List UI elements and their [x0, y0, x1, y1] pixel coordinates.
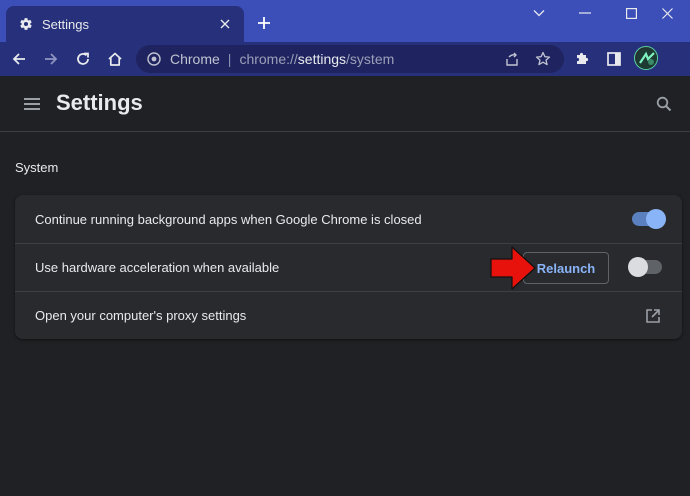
- star-icon[interactable]: [531, 47, 555, 71]
- minimize-icon[interactable]: [562, 0, 608, 26]
- omnibox-url: chrome://settings/system: [239, 51, 394, 67]
- settings-header: Settings: [0, 76, 690, 132]
- setting-row-background-apps[interactable]: Continue running background apps when Go…: [15, 195, 682, 243]
- url-prefix: chrome://: [239, 51, 298, 67]
- system-settings-card: Continue running background apps when Go…: [15, 195, 682, 339]
- avatar[interactable]: [634, 46, 658, 70]
- setting-label: Open your computer's proxy settings: [35, 308, 247, 323]
- reload-icon[interactable]: [69, 45, 97, 73]
- back-arrow-icon[interactable]: [5, 45, 33, 73]
- red-arrow-icon: [490, 246, 536, 290]
- omnibox-separator: |: [227, 51, 232, 67]
- gear-icon: [18, 16, 34, 32]
- forward-arrow-icon[interactable]: [37, 45, 65, 73]
- plus-icon[interactable]: [252, 11, 276, 35]
- page-title: Settings: [56, 90, 143, 115]
- section-title: System: [15, 160, 59, 175]
- share-icon[interactable]: [500, 47, 524, 71]
- close-window-icon[interactable]: [644, 0, 690, 26]
- home-icon[interactable]: [101, 45, 129, 73]
- toggle-knob: [646, 209, 666, 229]
- search-icon[interactable]: [652, 92, 676, 116]
- hamburger-menu-icon[interactable]: [20, 92, 44, 116]
- tab-title: Settings: [42, 16, 89, 32]
- toolbar: Chrome | chrome://settings/system: [0, 42, 690, 76]
- url-host: settings: [297, 51, 347, 67]
- hardware-acceleration-toggle[interactable]: [628, 257, 662, 277]
- toggle-knob: [628, 257, 648, 277]
- tab-search-chevron-icon[interactable]: [516, 0, 562, 26]
- puzzle-icon[interactable]: [568, 45, 596, 73]
- setting-row-proxy[interactable]: Open your computer's proxy settings: [15, 291, 682, 339]
- chrome-window: Settings Chrome | chrome://settings/syst…: [0, 0, 690, 496]
- chrome-logo-icon[interactable]: [146, 51, 162, 67]
- background-apps-toggle[interactable]: [632, 209, 666, 229]
- setting-label: Use hardware acceleration when available: [35, 260, 280, 275]
- omnibox-origin: Chrome: [170, 51, 220, 67]
- title-bar: Settings: [0, 0, 690, 42]
- address-bar[interactable]: Chrome | chrome://settings/system: [136, 45, 564, 73]
- url-path: /system: [346, 51, 395, 67]
- tab-settings[interactable]: Settings: [6, 6, 244, 42]
- side-panel-icon[interactable]: [600, 45, 628, 73]
- setting-label: Continue running background apps when Go…: [35, 211, 422, 227]
- close-icon[interactable]: [214, 13, 236, 35]
- setting-row-hardware-acceleration[interactable]: Use hardware acceleration when available…: [15, 243, 682, 291]
- external-link-icon[interactable]: [643, 306, 663, 326]
